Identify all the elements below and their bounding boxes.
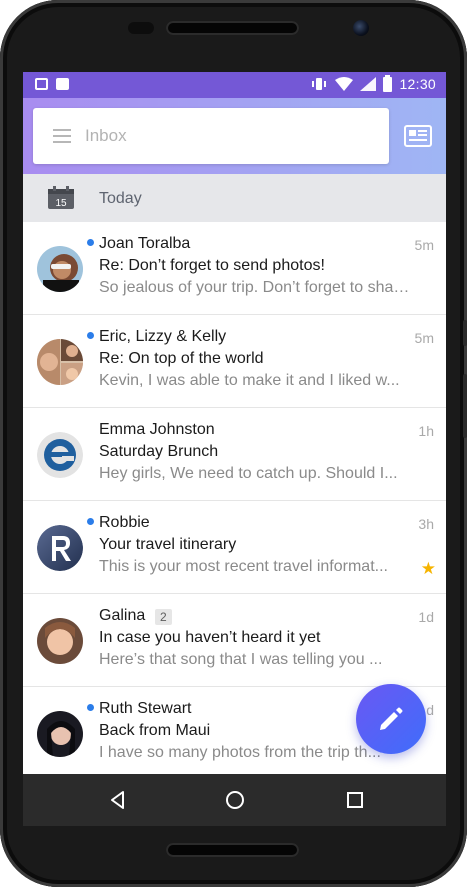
email-row[interactable]: Joan Toralba Re: Don’t forget to send ph… bbox=[23, 222, 446, 315]
email-subject: Back from Maui bbox=[99, 722, 211, 739]
mail-notification-icon bbox=[56, 78, 69, 90]
email-subject: In case you haven’t heard it yet bbox=[99, 629, 321, 646]
email-preview: Here’s that song that I was telling you … bbox=[99, 651, 383, 668]
volume-button bbox=[463, 320, 467, 346]
email-time: 1h bbox=[418, 423, 434, 439]
email-row[interactable]: Robbie Your travel itinerary This is you… bbox=[23, 501, 446, 594]
system-nav-bar bbox=[23, 774, 446, 826]
search-bar[interactable]: Inbox bbox=[33, 108, 389, 164]
email-sender: Emma Johnston bbox=[99, 421, 215, 438]
bottom-speaker bbox=[166, 843, 299, 857]
status-bar: 12:30 bbox=[23, 72, 446, 98]
email-time: 5m bbox=[414, 237, 434, 253]
app-bar: Inbox bbox=[23, 98, 446, 174]
newspaper-icon[interactable] bbox=[404, 125, 432, 147]
email-preview: Hey girls, We need to catch up. Should I… bbox=[99, 465, 398, 482]
brand-avatar bbox=[37, 432, 83, 478]
email-time: 5m bbox=[414, 330, 434, 346]
thread-count-badge: 2 bbox=[155, 609, 172, 625]
email-subject: Your travel itinerary bbox=[99, 536, 237, 553]
power-button bbox=[463, 374, 467, 438]
vibrate-icon bbox=[312, 78, 327, 90]
email-row[interactable]: Galina 2 In case you haven’t heard it ye… bbox=[23, 594, 446, 687]
unread-dot bbox=[87, 332, 94, 339]
email-sender: Galina bbox=[99, 607, 146, 624]
wifi-icon bbox=[335, 77, 354, 91]
search-placeholder[interactable]: Inbox bbox=[85, 126, 127, 146]
brand-avatar bbox=[37, 525, 83, 571]
image-notification-icon bbox=[35, 78, 48, 90]
phone-frame: 12:30 Inbox 15 Today Joan Toralba Re: Do… bbox=[0, 0, 467, 887]
email-sender: Eric, Lizzy & Kelly bbox=[99, 328, 227, 345]
screen: 12:30 Inbox 15 Today Joan Toralba Re: Do… bbox=[23, 72, 446, 826]
signal-icon bbox=[360, 77, 377, 91]
avatar bbox=[37, 246, 83, 292]
star-icon[interactable]: ★ bbox=[421, 559, 436, 579]
earpiece-speaker bbox=[166, 21, 299, 35]
hamburger-icon[interactable] bbox=[53, 129, 71, 143]
email-time: 1d bbox=[418, 609, 434, 625]
email-sender: Robbie bbox=[99, 514, 150, 531]
calendar-day: 15 bbox=[55, 198, 67, 209]
avatar bbox=[37, 711, 83, 757]
date-section-header: 15 Today bbox=[23, 174, 446, 222]
front-camera bbox=[353, 20, 369, 36]
pencil-icon bbox=[380, 707, 403, 730]
unread-dot bbox=[87, 518, 94, 525]
avatar bbox=[37, 618, 83, 664]
email-subject: Re: On top of the world bbox=[99, 350, 264, 367]
unread-dot bbox=[87, 239, 94, 246]
section-label: Today bbox=[99, 190, 142, 207]
home-icon[interactable] bbox=[224, 789, 246, 811]
compose-fab[interactable] bbox=[356, 684, 426, 754]
status-time: 12:30 bbox=[399, 76, 436, 92]
email-time: 3h bbox=[418, 516, 434, 532]
unread-dot bbox=[87, 704, 94, 711]
recents-icon[interactable] bbox=[344, 789, 366, 811]
email-row[interactable]: Emma Johnston Saturday Brunch Hey girls,… bbox=[23, 408, 446, 501]
email-subject: Re: Don’t forget to send photos! bbox=[99, 257, 325, 274]
battery-icon bbox=[383, 74, 393, 92]
calendar-icon: 15 bbox=[48, 186, 74, 209]
email-row[interactable]: Eric, Lizzy & Kelly Re: On top of the wo… bbox=[23, 315, 446, 408]
back-icon[interactable] bbox=[107, 789, 129, 811]
email-preview: I have so many photos from the trip th..… bbox=[99, 744, 381, 761]
group-avatar bbox=[37, 339, 83, 385]
proximity-sensor bbox=[128, 22, 154, 34]
email-preview: This is your most recent travel informat… bbox=[99, 558, 388, 575]
email-sender: Ruth Stewart bbox=[99, 700, 192, 717]
email-preview: Kevin, I was able to make it and I liked… bbox=[99, 372, 400, 389]
email-sender: Joan Toralba bbox=[99, 235, 191, 252]
email-preview: So jealous of your trip. Don’t forget to… bbox=[99, 279, 411, 296]
email-subject: Saturday Brunch bbox=[99, 443, 219, 460]
